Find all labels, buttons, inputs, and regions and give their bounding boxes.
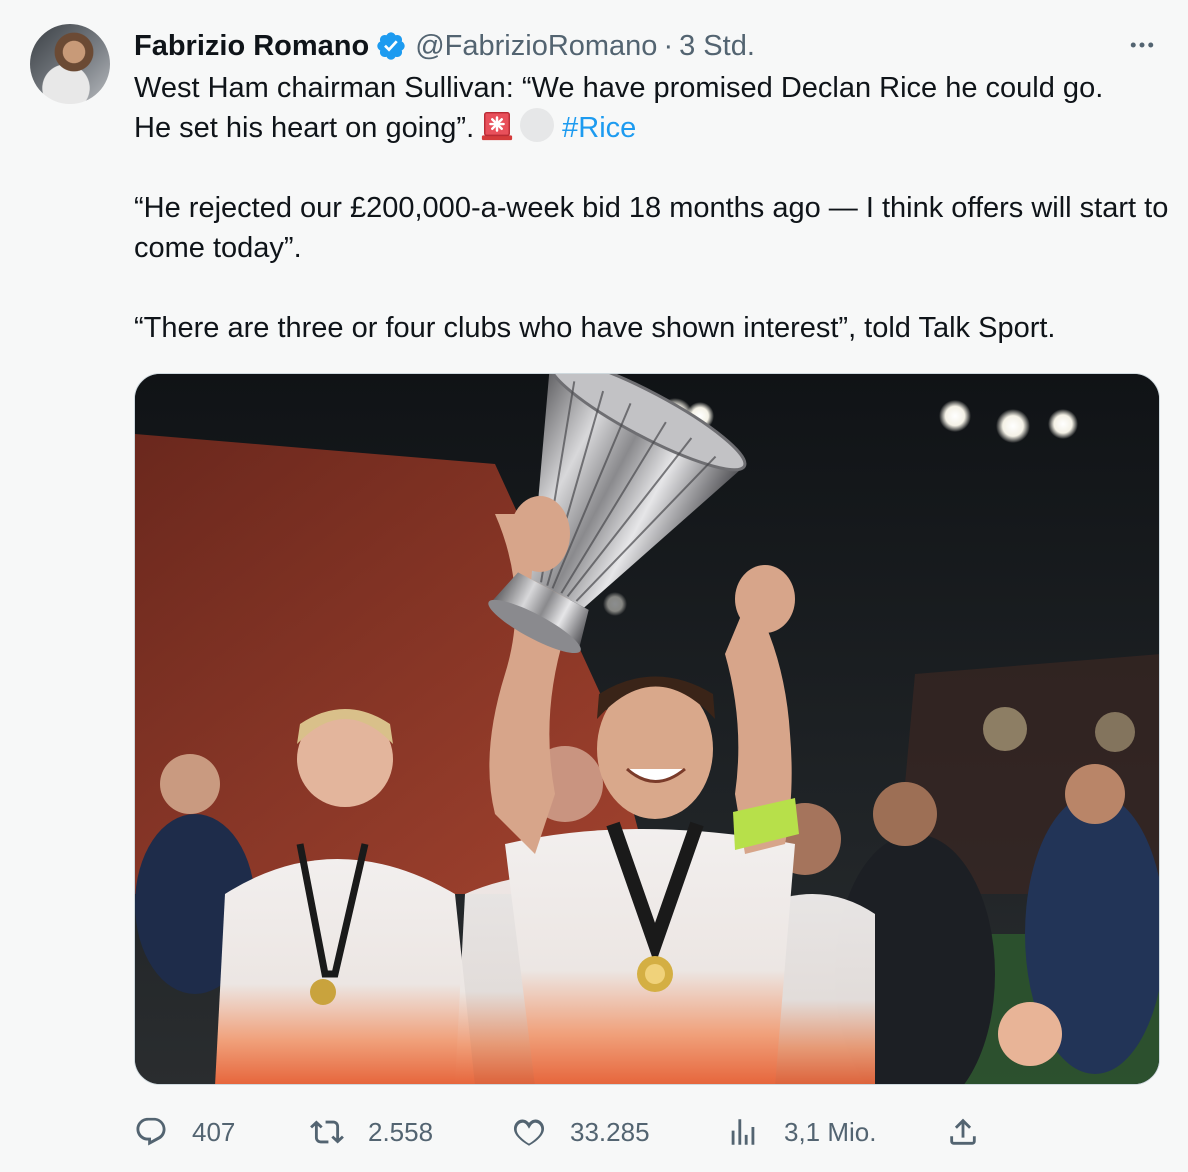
retweet-button[interactable]: 2.558 <box>310 1110 433 1154</box>
hashtag-link[interactable]: #Rice <box>562 112 636 144</box>
reply-icon <box>136 1117 166 1146</box>
tweet-text-line: He set his heart on going”. <box>134 112 475 144</box>
share-button[interactable] <box>946 1110 980 1154</box>
author-handle[interactable]: @FabrizioRomano <box>415 30 657 63</box>
siren-emoji-icon <box>482 112 513 141</box>
share-upload-icon <box>950 1118 976 1145</box>
heart-icon <box>513 1119 545 1146</box>
author-avatar[interactable] <box>30 24 110 104</box>
like-button[interactable]: 33.285 <box>512 1110 650 1154</box>
views-chart-icon <box>731 1119 755 1145</box>
tweet-photo[interactable] <box>134 373 1160 1085</box>
more-options-button[interactable] <box>1124 30 1160 60</box>
views-count: 3,1 Mio. <box>784 1116 877 1147</box>
photo-trophy-celebration <box>135 374 1159 1084</box>
views-button[interactable]: 3,1 Mio. <box>726 1110 877 1154</box>
tweet-paragraph-2: “He rejected our £200,000-a-week bid 18 … <box>134 192 1169 264</box>
header-separator: · <box>663 29 674 62</box>
tweet-card[interactable]: Fabrizio Romano @FabrizioRomano · 3 Std.… <box>0 0 1188 1172</box>
verified-badge-icon <box>377 32 405 60</box>
reply-count: 407 <box>192 1116 236 1147</box>
like-count: 33.285 <box>570 1116 650 1147</box>
reply-button[interactable]: 407 <box>134 1110 235 1154</box>
tweet-timestamp[interactable]: 3 Std. <box>679 30 755 63</box>
retweet-icon <box>310 1120 344 1144</box>
more-horizontal-icon <box>1130 42 1154 48</box>
tweet-paragraph-3: “There are three or four clubs who have … <box>134 312 1056 344</box>
white-circle-emoji-icon <box>520 108 555 142</box>
author-name[interactable]: Fabrizio Romano <box>134 30 369 63</box>
tweet-text-line: West Ham chairman Sullivan: “We have pro… <box>134 72 1104 104</box>
tweet-header: Fabrizio Romano @FabrizioRomano · 3 Std. <box>134 26 755 66</box>
tweet-actions: 407 2.558 33.285 3,1 Mio. <box>134 1110 994 1154</box>
retweet-count: 2.558 <box>368 1116 434 1147</box>
tweet-text: West Ham chairman Sullivan: “We have pro… <box>134 68 1170 348</box>
tweet-paragraph-1: West Ham chairman Sullivan: “We have pro… <box>134 68 1170 148</box>
